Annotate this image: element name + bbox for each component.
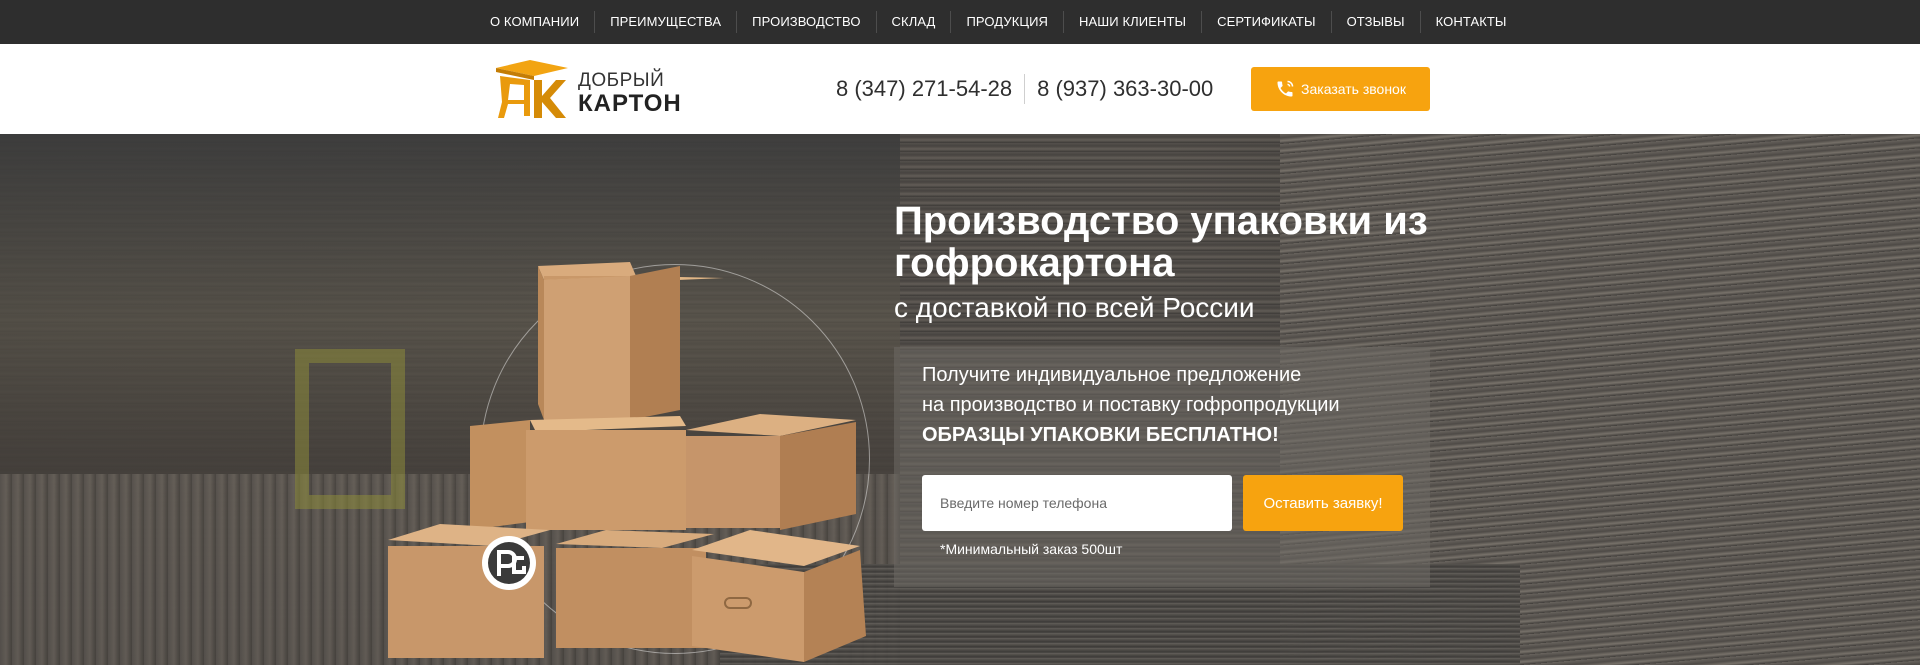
callback-label: Заказать звонок <box>1301 81 1406 97</box>
free-samples-text: ОБРАЗЦЫ УПАКОВКИ БЕСПЛАТНО! <box>922 424 1279 446</box>
nav-link-production[interactable]: ПРОИЗВОДСТВО <box>737 0 875 44</box>
nav-link-certificates[interactable]: СЕРТИФИКАТЫ <box>1202 0 1330 44</box>
phone-numbers: 8 (347) 271-54-28 8 (937) 363-30-00 <box>836 74 1213 104</box>
nav-item-products: ПРОДУКЦИЯ <box>950 0 1063 44</box>
nav-item-warehouse: СКЛАД <box>876 0 951 44</box>
nav-item-contacts: КОНТАКТЫ <box>1420 0 1522 44</box>
submit-request-button[interactable]: Оставить заявку! <box>1243 475 1403 531</box>
nav-link-clients[interactable]: НАШИ КЛИЕНТЫ <box>1064 0 1201 44</box>
logo-text-top: ДОБРЫЙ <box>578 70 665 91</box>
hero-title: Производство упаковки из гофрокартона <box>894 199 1428 285</box>
phone-link-1[interactable]: 8 (347) 271-54-28 <box>836 76 1012 102</box>
cardboard-boxes-image <box>388 262 866 662</box>
hero-subtitle: с доставкой по всей России <box>894 292 1255 323</box>
callback-button[interactable]: Заказать звонок <box>1251 67 1430 111</box>
logo[interactable]: ДОБРЫЙ КАРТОН <box>490 58 690 120</box>
request-form: Получите индивидуальное предложение на п… <box>894 347 1430 587</box>
nav-link-about[interactable]: О КОМПАНИИ <box>475 0 594 44</box>
nav-item-advantages: ПРЕИМУЩЕСТВА <box>594 0 736 44</box>
nav-item-reviews: ОТЗЫВЫ <box>1331 0 1420 44</box>
nav-link-products[interactable]: ПРОДУКЦИЯ <box>951 0 1063 44</box>
logo-text-bottom: КАРТОН <box>578 90 682 117</box>
nav-link-reviews[interactable]: ОТЗЫВЫ <box>1332 0 1420 44</box>
rst-certification-icon <box>482 536 536 590</box>
offer-text-line-2: на производство и поставку гофропродукци… <box>922 394 1340 416</box>
nav-link-contacts[interactable]: КОНТАКТЫ <box>1421 0 1522 44</box>
phone-input[interactable] <box>922 475 1232 531</box>
offer-text-line-1: Получите индивидуальное предложение <box>922 364 1302 386</box>
nav-list: О КОМПАНИИ ПРЕИМУЩЕСТВА ПРОИЗВОДСТВО СКЛ… <box>475 0 1522 44</box>
phone-link-2[interactable]: 8 (937) 363-30-00 <box>1037 76 1213 102</box>
nav-link-warehouse[interactable]: СКЛАД <box>877 0 951 44</box>
minimum-order-note: *Минимальный заказ 500шт <box>940 541 1123 557</box>
phone-icon <box>1277 80 1294 97</box>
nav-item-certificates: СЕРТИФИКАТЫ <box>1201 0 1330 44</box>
nav-item-production: ПРОИЗВОДСТВО <box>736 0 875 44</box>
nav-link-advantages[interactable]: ПРЕИМУЩЕСТВА <box>595 0 736 44</box>
site-header: ДОБРЫЙ КАРТОН 8 (347) 271-54-28 8 (937) … <box>0 44 1920 134</box>
hero-section: Производство упаковки из гофрокартона с … <box>0 134 1920 665</box>
top-navigation: О КОМПАНИИ ПРЕИМУЩЕСТВА ПРОИЗВОДСТВО СКЛ… <box>0 0 1920 44</box>
phone-divider <box>1024 74 1026 104</box>
nav-item-clients: НАШИ КЛИЕНТЫ <box>1063 0 1201 44</box>
nav-item-about: О КОМПАНИИ <box>475 0 594 44</box>
logo-mark-icon <box>496 60 568 118</box>
